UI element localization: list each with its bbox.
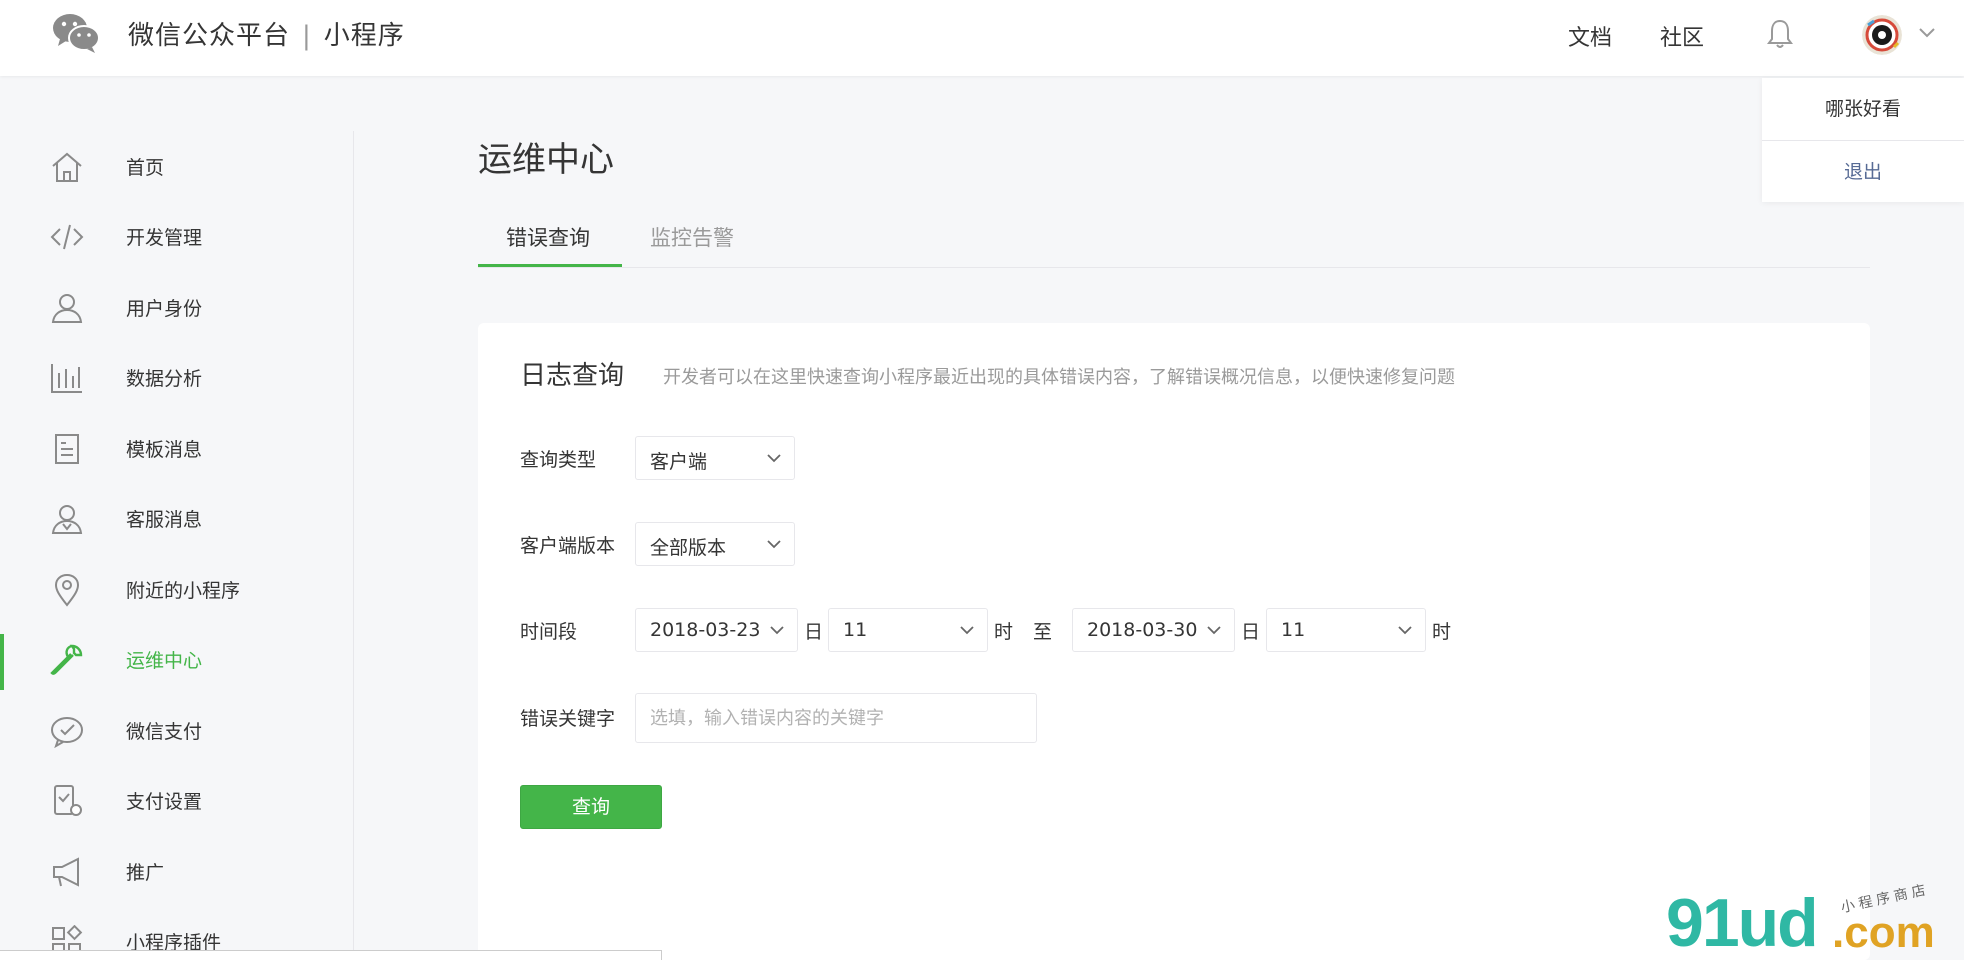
sidebar-item-user-identity[interactable]: 用户身份 — [0, 272, 354, 342]
avatar-eye-icon — [1862, 15, 1902, 55]
user-dropdown-menu: 哪张好看 退出 — [1762, 78, 1964, 202]
nav-docs-link[interactable]: 文档 — [1568, 20, 1612, 52]
select-value: 全部版本 — [650, 537, 727, 559]
start-day-unit: 日 — [804, 621, 824, 643]
sidebar-item-pay-settings[interactable]: 支付设置 — [0, 765, 354, 835]
select-value: 客户端 — [650, 451, 708, 473]
tab-bar: 错误查询 监控告警 — [478, 210, 1870, 268]
client-version-select[interactable]: 全部版本 — [635, 522, 795, 566]
document-icon — [55, 434, 79, 464]
end-hour-unit: 时 — [1432, 621, 1452, 643]
tab-monitor-alerts[interactable]: 监控告警 — [650, 222, 734, 252]
wechat-logo-icon[interactable] — [52, 12, 100, 54]
sidebar-item-wechat-pay[interactable]: 微信支付 — [0, 695, 354, 765]
sidebar-item-label: 模板消息 — [126, 439, 203, 461]
dropdown-item-logout[interactable]: 退出 — [1762, 140, 1964, 202]
range-to-label: 至 — [1033, 621, 1053, 643]
bell-icon[interactable] — [1765, 18, 1795, 50]
code-icon — [50, 224, 84, 250]
start-hour-select[interactable]: 11 — [828, 608, 988, 652]
page-title: 运维中心 — [478, 140, 614, 180]
card-description: 开发者可以在这里快速查询小程序最近出现的具体错误内容，了解错误概况信息，以便快速… — [663, 367, 1455, 388]
chevron-down-icon — [1398, 626, 1412, 635]
wechat-pay-icon — [51, 717, 83, 748]
sidebar-item-home[interactable]: 首页 — [0, 131, 354, 201]
select-value: 11 — [843, 619, 868, 641]
sidebar-item-template-message[interactable]: 模板消息 — [0, 413, 354, 483]
chart-icon — [51, 364, 82, 393]
sidebar-item-label: 用户身份 — [126, 298, 203, 320]
dropdown-item-username[interactable]: 哪张好看 — [1762, 78, 1964, 140]
end-day-unit: 日 — [1241, 621, 1261, 643]
chevron-down-icon — [767, 454, 781, 463]
home-icon — [52, 152, 82, 182]
client-version-label: 客户端版本 — [520, 535, 616, 557]
query-button[interactable]: 查询 — [520, 785, 662, 829]
megaphone-icon — [53, 857, 79, 887]
log-query-card: 日志查询 开发者可以在这里快速查询小程序最近出现的具体错误内容，了解错误概况信息… — [478, 323, 1870, 960]
sidebar-item-nearby[interactable]: 附近的小程序 — [0, 554, 354, 624]
browser-status-bar — [0, 950, 662, 960]
watermark-main: 91ud — [1666, 885, 1819, 960]
sidebar-item-data-analysis[interactable]: 数据分析 — [0, 342, 354, 412]
end-date-select[interactable]: 2018-03-30 — [1072, 608, 1235, 652]
avatar[interactable] — [1862, 15, 1902, 55]
select-value: 11 — [1281, 619, 1306, 641]
chevron-down-icon — [960, 626, 974, 635]
select-value: 2018-03-30 — [1087, 619, 1198, 641]
query-type-select[interactable]: 客户端 — [635, 436, 795, 480]
platform-brand[interactable]: 微信公众平台 | 小程序 — [128, 15, 405, 52]
sidebar-item-promotion[interactable]: 推广 — [0, 836, 354, 906]
sidebar: 首页 开发管理 用户身份 数据分析 模板消息 客服消息 附近的小程序 运维中心 … — [0, 131, 354, 960]
select-value: 2018-03-23 — [650, 619, 761, 641]
keyword-input[interactable] — [635, 693, 1037, 743]
chevron-down-icon[interactable] — [1918, 26, 1936, 40]
tab-error-query[interactable]: 错误查询 — [506, 222, 590, 252]
sidebar-item-label: 支付设置 — [126, 791, 203, 813]
sidebar-item-dev-management[interactable]: 开发管理 — [0, 201, 354, 271]
user-icon — [51, 294, 83, 323]
end-hour-select[interactable]: 11 — [1266, 608, 1426, 652]
sidebar-item-label: 推广 — [126, 862, 165, 884]
keyword-label: 错误关键字 — [520, 708, 616, 730]
active-tab-indicator — [478, 264, 622, 267]
sidebar-item-label: 客服消息 — [126, 509, 203, 531]
query-type-label: 查询类型 — [520, 449, 597, 471]
chevron-down-icon — [767, 540, 781, 549]
card-title: 日志查询 — [520, 361, 625, 391]
sidebar-item-label: 首页 — [126, 157, 165, 179]
brand-separator: | — [302, 21, 312, 51]
chevron-down-icon — [1207, 626, 1221, 635]
brand-sub: 小程序 — [323, 21, 405, 51]
nav-community-link[interactable]: 社区 — [1660, 20, 1704, 52]
sidebar-item-ops-center[interactable]: 运维中心 — [0, 624, 354, 694]
sidebar-item-label: 微信支付 — [126, 721, 203, 743]
chevron-down-icon — [770, 626, 784, 635]
sidebar-item-label: 运维中心 — [126, 650, 203, 672]
start-hour-unit: 时 — [994, 621, 1014, 643]
top-bar: 微信公众平台 | 小程序 文档 社区 — [0, 0, 1964, 76]
sidebar-item-label: 附近的小程序 — [126, 580, 241, 602]
location-icon — [54, 573, 80, 607]
sidebar-item-label: 数据分析 — [126, 368, 203, 390]
service-icon — [51, 505, 83, 534]
site-watermark-logo: 91ud .com 小程序商店 — [1660, 880, 1950, 960]
time-range-label: 时间段 — [520, 621, 578, 643]
pay-settings-icon — [54, 785, 82, 816]
brand-main: 微信公众平台 — [128, 21, 291, 51]
wrench-icon — [50, 644, 83, 675]
start-date-select[interactable]: 2018-03-23 — [635, 608, 798, 652]
sidebar-item-customer-service[interactable]: 客服消息 — [0, 483, 354, 553]
sidebar-item-label: 开发管理 — [126, 227, 203, 249]
